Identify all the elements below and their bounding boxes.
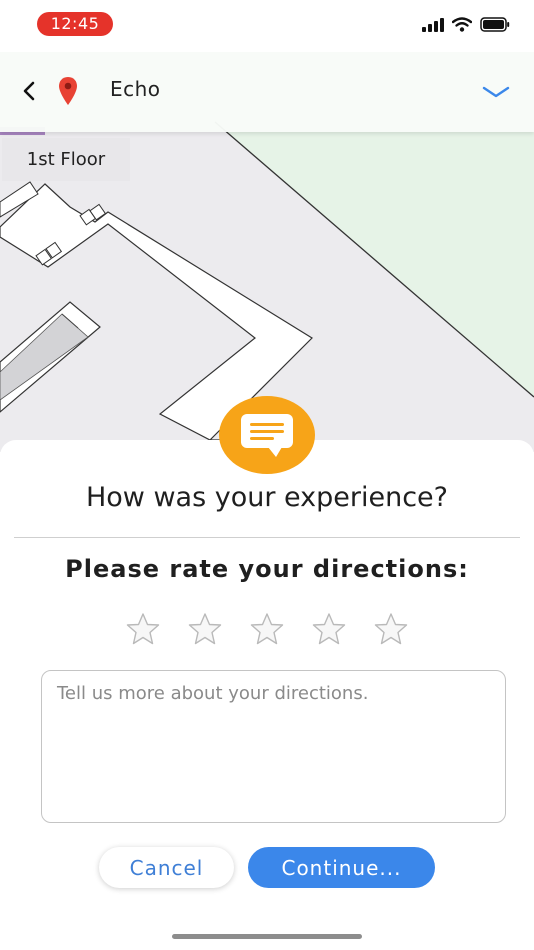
continue-button[interactable]: Continue... <box>248 847 435 888</box>
back-button[interactable] <box>14 76 44 106</box>
expand-button[interactable] <box>480 78 512 106</box>
home-indicator <box>172 934 362 939</box>
location-title: Echo <box>110 77 161 101</box>
divider <box>14 537 520 538</box>
map-header: Echo <box>0 52 534 132</box>
star-5-icon[interactable] <box>374 612 408 646</box>
star-4-icon[interactable] <box>312 612 346 646</box>
rate-title: Please rate your directions: <box>65 555 469 583</box>
signal-icon <box>422 17 444 32</box>
wifi-icon <box>452 17 472 32</box>
status-icons <box>422 17 510 32</box>
star-rating <box>126 612 408 646</box>
back-chevron-icon <box>23 81 35 101</box>
experience-question: How was your experience? <box>85 482 449 513</box>
status-time: 12:45 <box>37 12 113 36</box>
battery-icon <box>480 17 510 32</box>
star-3-icon[interactable] <box>250 612 284 646</box>
feedback-sheet: How was your experience? Please rate you… <box>0 440 534 950</box>
cancel-button[interactable]: Cancel <box>99 847 234 888</box>
floor-label: 1st Floor <box>26 149 106 170</box>
chat-bubble-icon <box>241 414 293 457</box>
star-2-icon[interactable] <box>188 612 222 646</box>
chevron-down-icon <box>482 86 510 98</box>
star-1-icon[interactable] <box>126 612 160 646</box>
status-bar: 12:45 <box>0 0 534 52</box>
map-pin-icon <box>59 77 77 105</box>
feedback-input[interactable] <box>41 670 506 823</box>
feedback-badge <box>219 396 315 474</box>
floor-selector[interactable]: 1st Floor <box>2 138 130 181</box>
